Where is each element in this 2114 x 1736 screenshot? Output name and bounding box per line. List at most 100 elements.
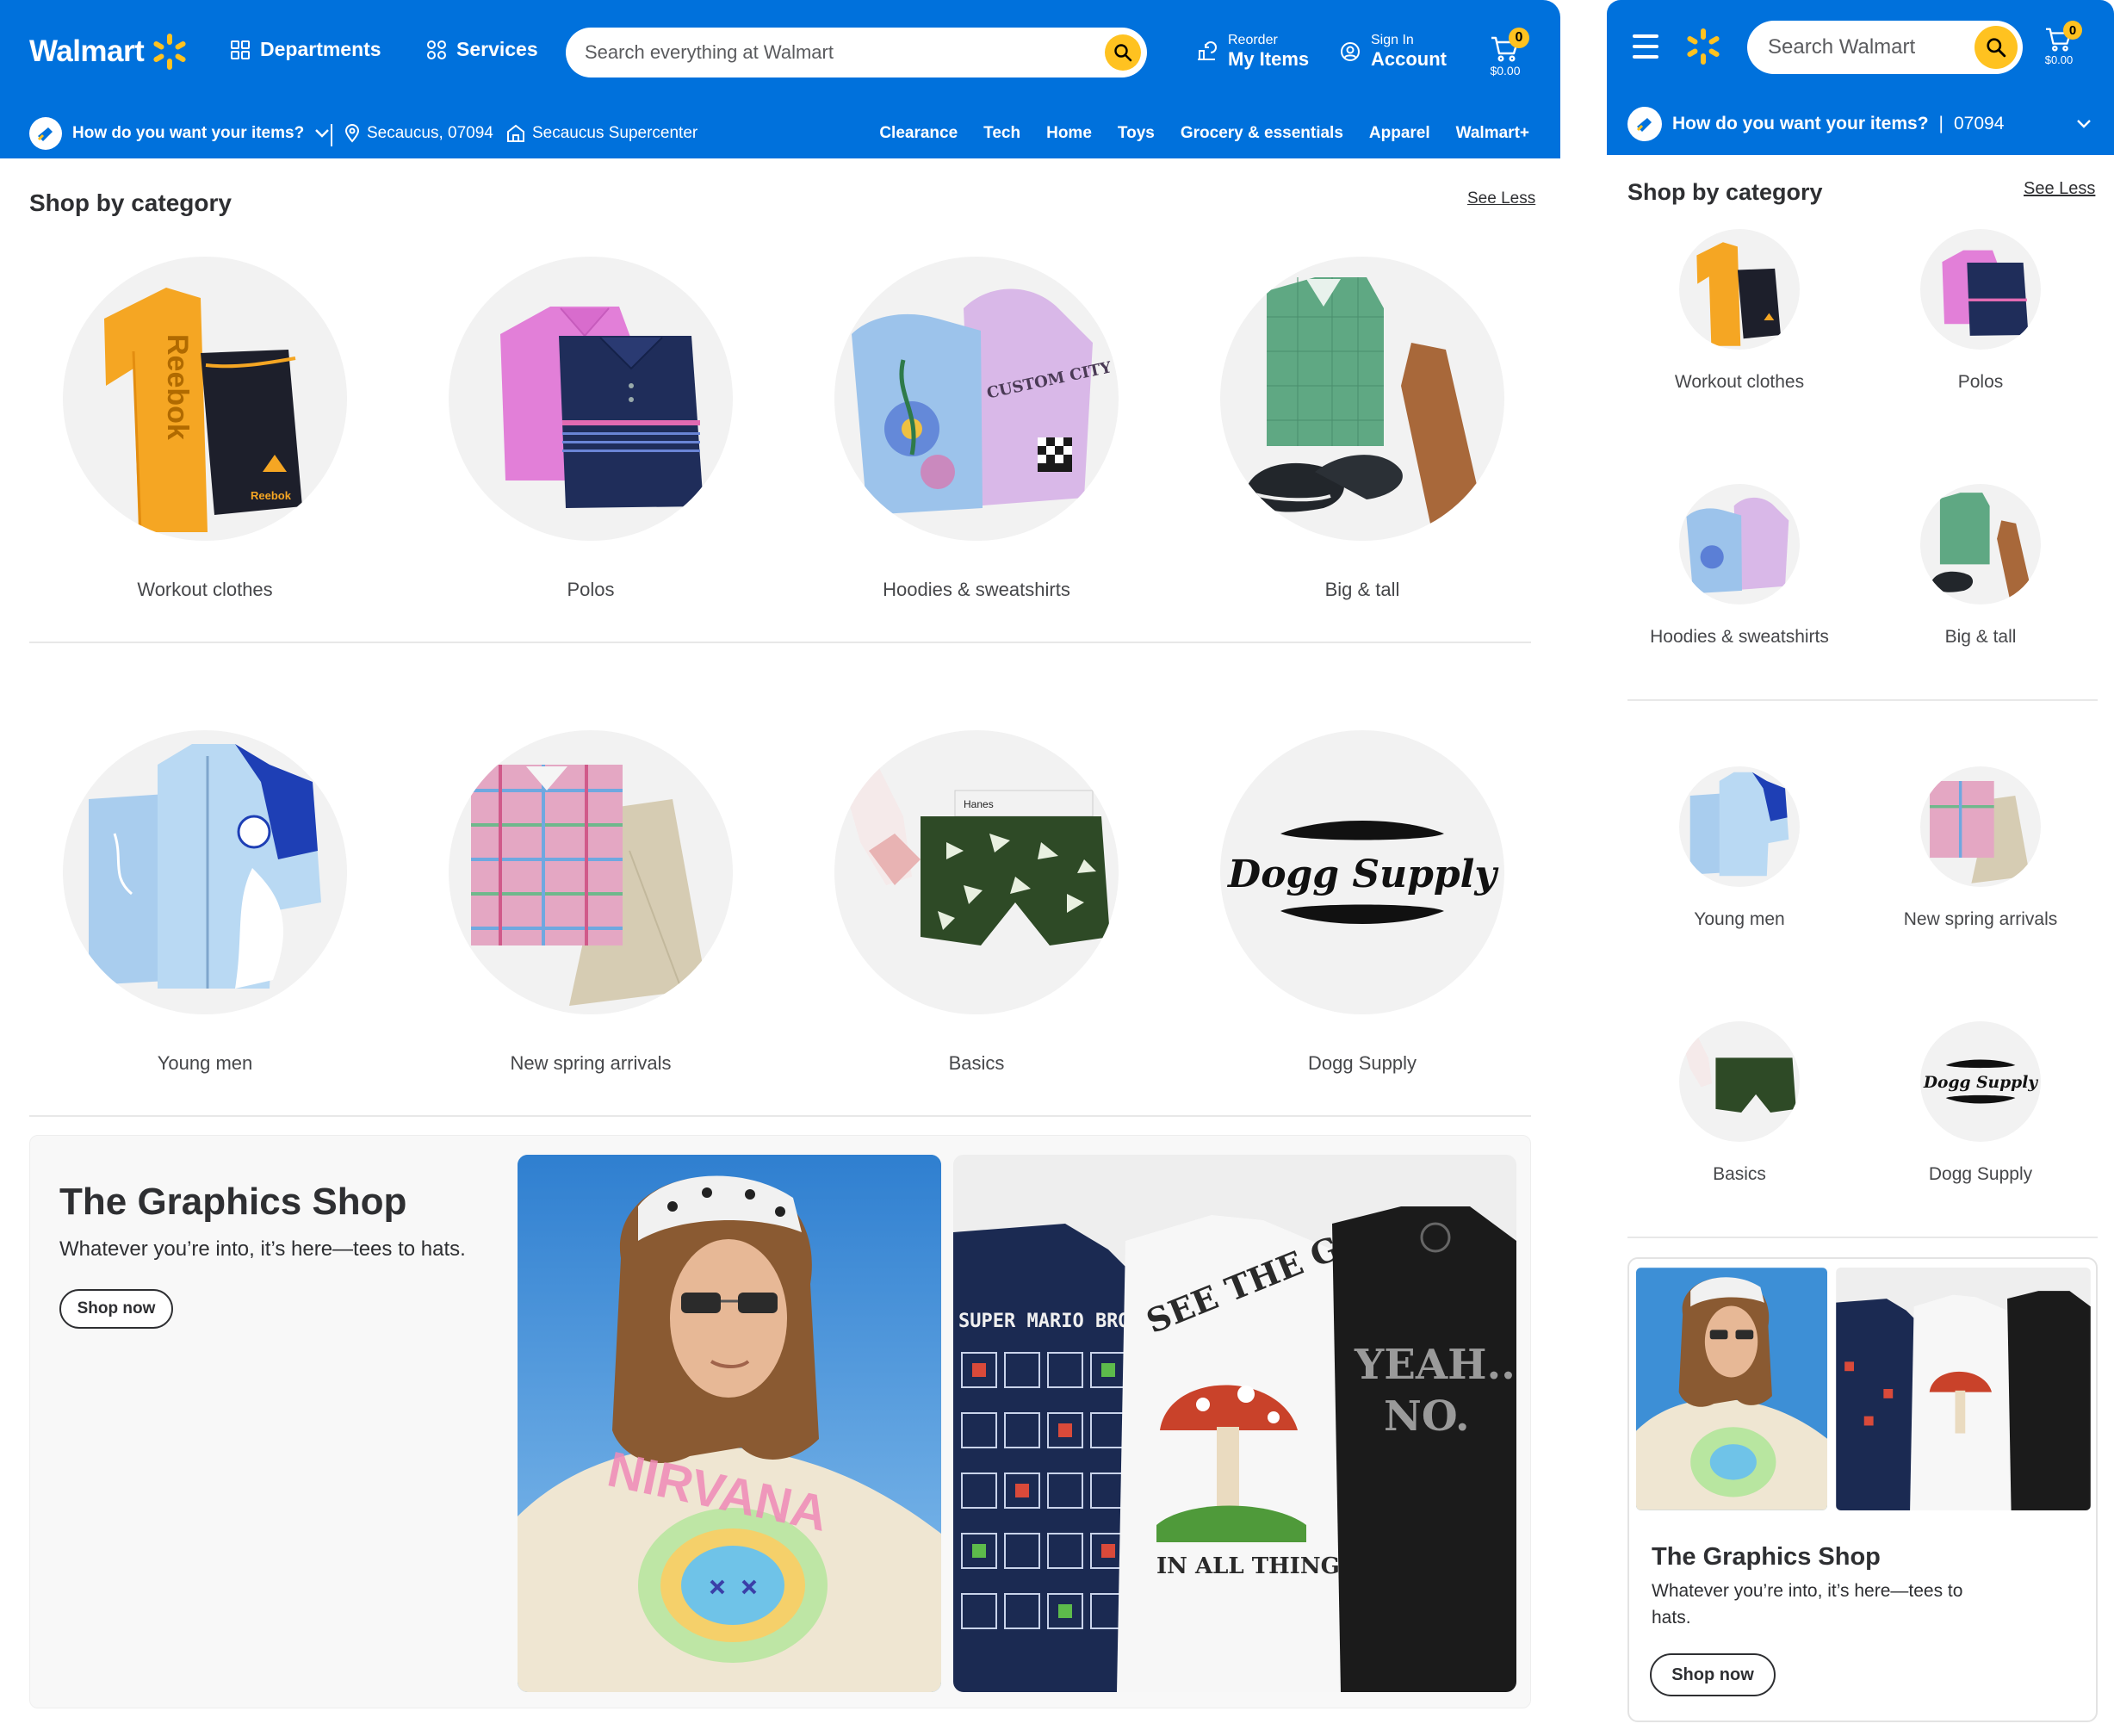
no-text: NO. — [1384, 1392, 1470, 1441]
mobile-search-button[interactable] — [1975, 26, 2018, 69]
spark-icon — [153, 34, 186, 70]
fulfillment-selector[interactable]: How do you want your items? — [29, 117, 330, 150]
category-hoodies[interactable]: CUSTOM CITY Hoodies & sweatshirts — [796, 257, 1157, 601]
category-label: Workout clothes — [137, 579, 273, 600]
mobile-cart-button[interactable]: 0 $0.00 — [2044, 21, 2082, 66]
desktop-subbar: How do you want your items? Secaucus, 07… — [0, 112, 1560, 158]
category-new-spring-arrivals[interactable]: New spring arrivals — [410, 730, 772, 1075]
category-dogg-supply[interactable]: Dogg Supply Dogg Supply — [1181, 730, 1543, 1075]
mobile-search-input[interactable] — [1768, 21, 1957, 74]
graphics-model-photo[interactable]: NIRVANA — [518, 1155, 941, 1692]
basics-thumb — [1679, 1021, 1800, 1142]
cart-count-badge: 0 — [1509, 28, 1529, 48]
subbar-separator: | — [1938, 114, 1944, 133]
desktop-search-input[interactable] — [585, 28, 1067, 78]
cart-total: $0.00 — [1490, 64, 1521, 78]
location-selector[interactable]: Secaucus, 07094 — [344, 124, 493, 143]
mobile-shop-by-category-title: Shop by category — [1627, 179, 1823, 205]
mobile-graphics-tees-photo[interactable] — [1836, 1268, 2091, 1510]
see-less-link[interactable]: See Less — [1467, 189, 1535, 208]
mobile-category-basics[interactable]: Basics — [1619, 1021, 1860, 1185]
shop-by-category-title: Shop by category — [29, 189, 232, 216]
category-label: Basics — [948, 1052, 1005, 1074]
category-label: Big & tall — [1324, 579, 1400, 600]
store-selector[interactable]: Secaucus Supercenter — [506, 124, 697, 143]
category-workout-clothes[interactable]: Reebok Reebok Workout clothes — [24, 257, 386, 601]
category-young-men[interactable]: Young men — [24, 730, 386, 1075]
mobile-category-hoodies[interactable]: Hoodies & sweatshirts — [1619, 484, 1860, 648]
walmart-logo[interactable]: Walmart — [29, 33, 189, 71]
account-big-label: Account — [1371, 48, 1447, 70]
link-home[interactable]: Home — [1046, 124, 1092, 143]
mobile-category-dogg-supply[interactable]: Dogg Supply Dogg Supply — [1860, 1021, 2101, 1185]
account-icon — [1341, 42, 1360, 61]
svg-text:Dogg Supply: Dogg Supply — [1923, 1073, 2038, 1092]
link-walmart-plus[interactable]: Walmart+ — [1456, 124, 1529, 143]
hoodies-image: CUSTOM CITY — [834, 257, 1119, 541]
category-label: New spring arrivals — [510, 1052, 672, 1074]
big-and-tall-thumb — [1920, 484, 2041, 604]
basics-image: Hanes — [834, 730, 1119, 1014]
category-basics[interactable]: Hanes Basics — [796, 730, 1157, 1075]
fulfillment-truck-icon — [29, 117, 62, 150]
link-tech[interactable]: Tech — [983, 124, 1020, 143]
link-grocery[interactable]: Grocery & essentials — [1181, 124, 1343, 143]
graphics-tees-photo[interactable]: SUPER MARIO BROS SEE THE GOOD IN ALL THI… — [953, 1155, 1516, 1692]
desktop-cart-button[interactable]: 0 $0.00 — [1490, 28, 1529, 78]
desktop-search-button[interactable] — [1105, 34, 1141, 71]
mobile-category-divider — [1627, 699, 2098, 701]
mobile-graphics-shop-subtitle: Whatever you’re into, it’s here—tees to … — [1652, 1581, 1963, 1628]
in-all-things-text: IN ALL THINGS — [1156, 1553, 1356, 1579]
category-polos[interactable]: Polos — [410, 257, 772, 601]
mobile-category-big-and-tall[interactable]: Big & tall — [1860, 484, 2101, 648]
zip-code: 07094 — [1954, 114, 2005, 133]
shop-now-button[interactable]: Shop now — [59, 1289, 173, 1329]
graphics-shop-banner: The Graphics Shop Whatever you’re into, … — [29, 1135, 1531, 1708]
dogg-supply-logo-text: Dogg Supply — [1226, 852, 1499, 896]
mobile-category-workout-clothes[interactable]: Workout clothes — [1619, 229, 1860, 393]
polos-thumb — [1920, 229, 2041, 350]
mobile-see-less-link[interactable]: See Less — [2024, 179, 2095, 199]
services-button[interactable]: Services — [427, 38, 538, 61]
mobile-category-new-spring-arrivals[interactable]: New spring arrivals — [1860, 766, 2101, 930]
hoodies-thumb — [1679, 484, 1800, 604]
category-label: Hoodies & sweatshirts — [883, 579, 1070, 600]
young-men-thumb — [1679, 766, 1800, 887]
location-text: Secaucus, 07094 — [367, 124, 493, 142]
dogg-supply-image: Dogg Supply — [1220, 730, 1504, 1014]
link-apparel[interactable]: Apparel — [1369, 124, 1430, 143]
reorder-button[interactable]: Reorder My Items — [1195, 33, 1309, 71]
category-label: Young men — [157, 1052, 253, 1074]
search-icon — [1987, 38, 2006, 58]
mobile-shop-now-button[interactable]: Shop now — [1650, 1653, 1776, 1696]
chevron-down-icon — [2077, 120, 2091, 128]
services-label: Services — [456, 38, 538, 60]
new-spring-arrivals-image — [449, 730, 733, 1014]
category-label: Polos — [567, 579, 615, 600]
mobile-section-divider — [1627, 1237, 2098, 1238]
departments-button[interactable]: Departments — [231, 38, 381, 61]
category-label: Workout clothes — [1674, 372, 1805, 392]
mobile-graphics-model-photo[interactable] — [1636, 1268, 1827, 1510]
graphics-shop-subtitle: Whatever you’re into, it’s here—tees to … — [59, 1237, 466, 1261]
store-text: Secaucus Supercenter — [532, 124, 698, 142]
account-button[interactable]: Sign In Account — [1340, 33, 1447, 71]
spark-icon[interactable] — [1684, 28, 1722, 65]
mobile-category-young-men[interactable]: Young men — [1619, 766, 1860, 930]
workout-clothes-thumb — [1679, 229, 1800, 350]
mobile-category-polos[interactable]: Polos — [1860, 229, 2101, 393]
menu-icon[interactable] — [1633, 34, 1658, 59]
big-and-tall-image — [1220, 257, 1504, 541]
category-big-and-tall[interactable]: Big & tall — [1181, 257, 1543, 601]
desktop-search-bar — [566, 28, 1147, 78]
mobile-fulfillment-selector[interactable]: How do you want your items? | 07094 — [1627, 107, 2092, 141]
services-icon — [427, 40, 446, 59]
link-clearance[interactable]: Clearance — [879, 124, 958, 143]
category-label: Big & tall — [1944, 627, 2017, 647]
mobile-graphics-shop-title: The Graphics Shop — [1652, 1543, 1881, 1571]
departments-label: Departments — [260, 38, 381, 60]
category-section-divider — [29, 1115, 1531, 1117]
subbar-divider — [331, 124, 332, 146]
link-toys[interactable]: Toys — [1118, 124, 1155, 143]
cart-total: $0.00 — [2044, 53, 2074, 66]
